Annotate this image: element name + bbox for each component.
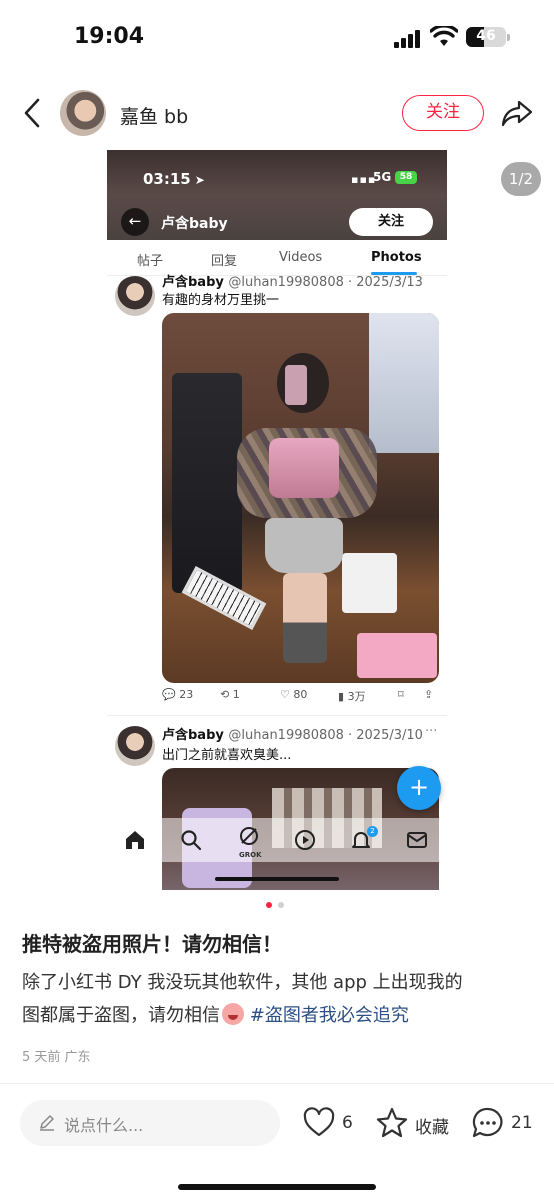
embedded-tweet-photo	[162, 313, 439, 683]
embedded-network: 5G	[373, 170, 392, 184]
note-body-line: 图都属于盗图，请勿相信 #盗图者我必会追究	[22, 1003, 409, 1026]
like-count: 6	[342, 1113, 353, 1133]
follow-button[interactable]: 关注	[402, 95, 484, 131]
embedded-reply-count: 💬 23	[162, 688, 194, 701]
embedded-bottom-nav: GROK 2	[107, 818, 447, 862]
embedded-search-icon	[181, 830, 202, 851]
status-time: 19:04	[74, 24, 145, 49]
embedded-more-icon: ···	[425, 724, 438, 739]
comment-button[interactable]: 21	[471, 1104, 535, 1142]
like-button[interactable]: 6	[302, 1104, 358, 1142]
collect-label: 收藏	[415, 1118, 449, 1138]
embedded-compose-button: +	[397, 766, 441, 810]
author-name[interactable]: 嘉鱼 bb	[120, 102, 188, 129]
embedded-notification-badge: 2	[367, 826, 378, 837]
author-avatar[interactable]	[60, 90, 106, 136]
note-meta: 5 天前 广东	[22, 1050, 91, 1065]
status-bar: 19:04 46	[0, 0, 554, 76]
star-icon	[376, 1107, 408, 1138]
note-title: 推特被盗用照片！请勿相信！	[22, 932, 282, 956]
embedded-tab-posts: 帖子	[137, 254, 164, 269]
embedded-follow-button: 关注	[349, 208, 433, 236]
embedded-view-count: ▮ 3万	[338, 690, 366, 703]
embedded-video-icon	[295, 830, 315, 850]
comment-count: 21	[511, 1113, 533, 1133]
embedded-tweet-avatar	[115, 276, 155, 316]
cellular-signal-icon	[394, 30, 420, 48]
note-body-line: 除了小红书 DY 我没玩其他软件，其他 app 上出现我的	[22, 972, 463, 993]
embedded-tweet-author: 卢含baby @luhan19980808 · 2025/3/10	[162, 728, 423, 743]
embedded-grok-icon	[240, 827, 258, 845]
embedded-bookmark-icon: ⌑	[398, 688, 404, 701]
embedded-home-indicator	[215, 877, 339, 881]
heart-icon	[303, 1107, 335, 1137]
share-icon[interactable]	[500, 96, 534, 130]
image-page-indicator: 1/2	[501, 162, 541, 196]
comment-input[interactable]: 说点什么...	[20, 1100, 280, 1146]
crying-emoji-icon	[222, 1003, 244, 1025]
embedded-tweet-text: 出门之前就喜欢臭美...	[162, 748, 292, 763]
home-indicator	[178, 1184, 376, 1190]
collect-button[interactable]: 收藏	[375, 1104, 455, 1142]
embedded-battery: 58	[395, 171, 417, 184]
note-header: 嘉鱼 bb 关注	[0, 84, 554, 144]
embedded-share-icon: ⇪	[424, 688, 434, 701]
embedded-back-icon: ←	[121, 208, 149, 236]
carousel-dot-active[interactable]	[266, 902, 272, 908]
embedded-grok-label: GROK	[239, 851, 262, 859]
embedded-tweet-actions: 💬 23 ⟲ 1 ♡ 80 ▮ 3万 ⌑ ⇪	[162, 688, 442, 708]
note-image[interactable]: 03:15 ➤ ▪▪▪ 5G 58 ← 卢含baby 关注 帖子 回复 Video…	[107, 150, 447, 890]
embedded-tweet-avatar	[115, 726, 155, 766]
back-icon[interactable]	[18, 96, 48, 130]
comment-bubble-icon	[472, 1107, 503, 1138]
embedded-like-count: ♡ 80	[280, 688, 308, 701]
carousel-dot[interactable]	[278, 902, 284, 908]
comment-placeholder: 说点什么...	[64, 1116, 144, 1135]
embedded-mail-icon	[407, 832, 427, 848]
note-hashtag[interactable]: #盗图者我必会追究	[250, 1005, 409, 1026]
embedded-profile-header: 03:15 ➤ ▪▪▪ 5G 58 ← 卢含baby 关注	[107, 150, 447, 240]
embedded-tab-photos: Photos	[371, 250, 422, 265]
embedded-profile-title: 卢含baby	[161, 216, 228, 232]
embedded-tab-replies: 回复	[211, 254, 238, 269]
battery-icon: 46	[466, 27, 510, 47]
carousel-dots	[264, 902, 290, 910]
embedded-tweet-author: 卢含baby @luhan19980808 · 2025/3/13	[162, 275, 423, 290]
embedded-tweet-divider	[107, 715, 447, 716]
embedded-retweet-count: ⟲ 1	[220, 688, 240, 701]
bottom-divider	[0, 1083, 554, 1084]
note-body: 除了小红书 DY 我没玩其他软件，其他 app 上出现我的 图都属于盗图，请勿相…	[22, 966, 534, 1032]
pencil-icon	[40, 1115, 54, 1131]
embedded-tweet-text: 有趣的身材万里挑一	[162, 293, 280, 308]
embedded-tab-videos: Videos	[279, 250, 323, 265]
embedded-status-time: 03:15 ➤	[143, 170, 205, 188]
battery-level: 46	[476, 28, 496, 44]
wifi-icon	[430, 26, 458, 46]
embedded-home-icon	[126, 831, 144, 849]
